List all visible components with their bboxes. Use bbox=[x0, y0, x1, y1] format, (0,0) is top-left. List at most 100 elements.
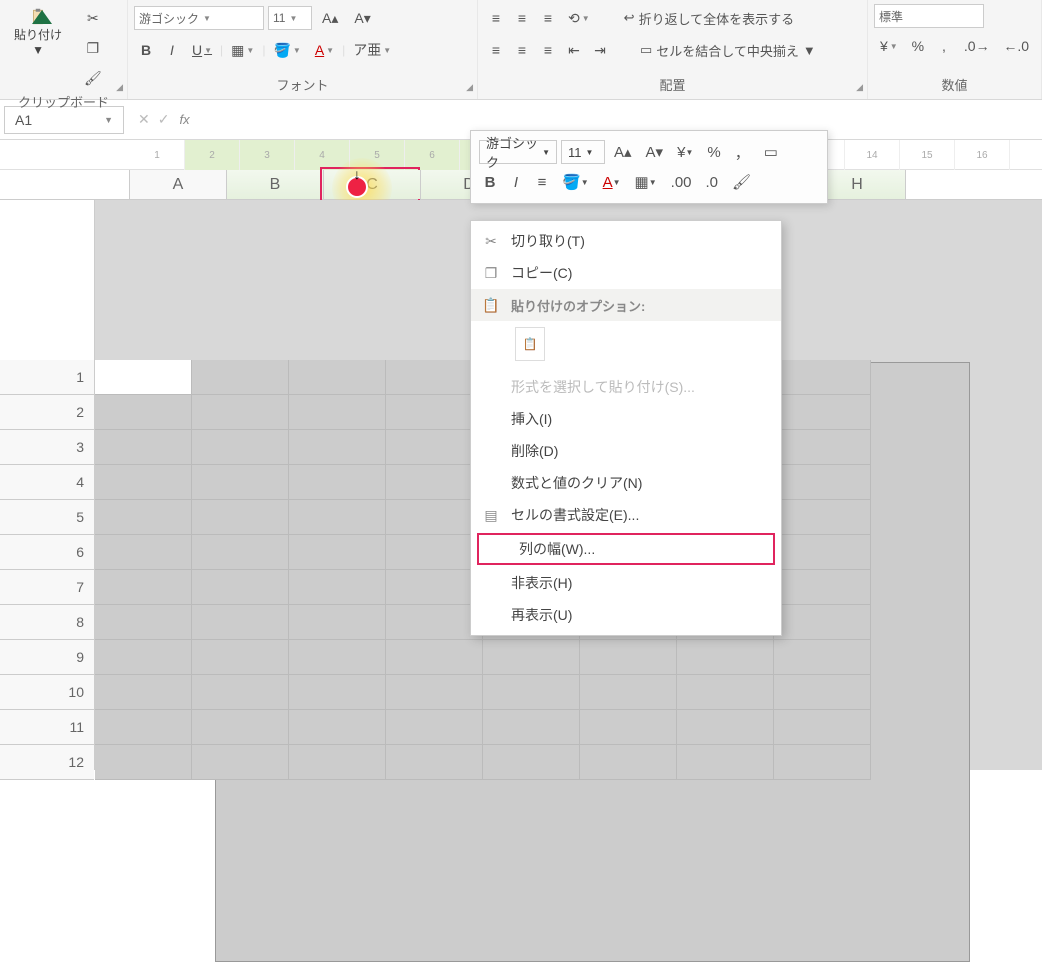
cell[interactable] bbox=[289, 675, 386, 710]
cell[interactable] bbox=[580, 640, 677, 675]
row-header-11[interactable]: 11 bbox=[0, 710, 94, 745]
accounting-format-button[interactable]: ¥▼ bbox=[874, 32, 904, 60]
font-name-combo[interactable]: 游ゴシック▼ bbox=[134, 6, 264, 30]
align-bottom-button[interactable]: ≡ bbox=[536, 4, 560, 32]
mini-italic[interactable]: I bbox=[505, 169, 527, 195]
cell[interactable] bbox=[192, 500, 289, 535]
cell[interactable] bbox=[774, 675, 871, 710]
underline-button[interactable]: U▼ bbox=[186, 36, 218, 64]
comma-button[interactable]: , bbox=[932, 32, 956, 60]
cell[interactable] bbox=[95, 360, 192, 395]
cell[interactable] bbox=[192, 710, 289, 745]
mini-merge[interactable]: ▭ bbox=[759, 139, 783, 165]
cell[interactable] bbox=[95, 640, 192, 675]
cell[interactable] bbox=[289, 570, 386, 605]
cell[interactable] bbox=[95, 535, 192, 570]
dialog-launcher-icon[interactable]: ◢ bbox=[116, 82, 123, 93]
dialog-launcher-icon[interactable]: ◢ bbox=[466, 82, 473, 93]
cell[interactable] bbox=[95, 395, 192, 430]
mini-decrease-font[interactable]: A▾ bbox=[641, 139, 669, 165]
align-middle-button[interactable]: ≡ bbox=[510, 4, 534, 32]
decrease-decimal-button[interactable]: ←.0 bbox=[997, 32, 1035, 60]
cell[interactable] bbox=[289, 500, 386, 535]
cell[interactable] bbox=[95, 605, 192, 640]
mini-size-combo[interactable]: 11▼ bbox=[561, 140, 605, 164]
row-header-12[interactable]: 12 bbox=[0, 745, 94, 780]
column-header-C[interactable]: C bbox=[324, 170, 421, 199]
cell[interactable] bbox=[774, 465, 871, 500]
cell[interactable] bbox=[95, 745, 192, 780]
cell[interactable] bbox=[774, 640, 871, 675]
cell[interactable] bbox=[192, 430, 289, 465]
cell[interactable] bbox=[774, 570, 871, 605]
align-center-button[interactable]: ≡ bbox=[510, 36, 534, 64]
cell[interactable] bbox=[95, 710, 192, 745]
mini-font-combo[interactable]: 游ゴシック▼ bbox=[479, 140, 557, 164]
mini-align[interactable]: ≡ bbox=[531, 169, 553, 195]
bold-button[interactable]: B bbox=[134, 36, 158, 64]
cell[interactable] bbox=[192, 745, 289, 780]
wrap-text-button[interactable]: ↩ 折り返して全体を表示する bbox=[618, 5, 801, 32]
cell[interactable] bbox=[192, 675, 289, 710]
ctx-unhide[interactable]: 再表示(U) bbox=[471, 599, 781, 631]
cell[interactable] bbox=[580, 745, 677, 780]
increase-decimal-button[interactable]: .0→ bbox=[958, 32, 996, 60]
cell[interactable] bbox=[192, 535, 289, 570]
cell[interactable] bbox=[774, 360, 871, 395]
increase-font-button[interactable]: A▴ bbox=[316, 4, 344, 32]
cell[interactable] bbox=[677, 675, 774, 710]
align-right-button[interactable]: ≡ bbox=[536, 36, 560, 64]
mini-fill-color[interactable]: 🪣▼ bbox=[557, 169, 594, 195]
cell[interactable] bbox=[95, 430, 192, 465]
number-format-combo[interactable]: 標準 bbox=[874, 4, 984, 28]
mini-border[interactable]: ▦▼ bbox=[630, 169, 662, 195]
cell[interactable] bbox=[289, 430, 386, 465]
merge-center-button[interactable]: ▭ セルを結合して中央揃え ▼ bbox=[634, 37, 822, 64]
ruler-margin-marker[interactable] bbox=[32, 10, 52, 24]
cell[interactable] bbox=[386, 640, 483, 675]
cell[interactable] bbox=[192, 360, 289, 395]
cell[interactable] bbox=[95, 465, 192, 500]
cell[interactable] bbox=[774, 605, 871, 640]
cell[interactable] bbox=[483, 640, 580, 675]
cell[interactable] bbox=[289, 745, 386, 780]
cancel-formula-icon[interactable]: ✕ bbox=[138, 111, 150, 128]
cell[interactable] bbox=[677, 745, 774, 780]
cell[interactable] bbox=[774, 710, 871, 745]
cell[interactable] bbox=[386, 745, 483, 780]
select-all-corner[interactable] bbox=[0, 170, 130, 199]
cell[interactable] bbox=[386, 710, 483, 745]
accept-formula-icon[interactable]: ✓ bbox=[158, 111, 170, 128]
cell[interactable] bbox=[289, 395, 386, 430]
cut-button[interactable]: ✂ bbox=[78, 4, 108, 32]
copy-button[interactable]: ❐ bbox=[78, 34, 108, 62]
percent-button[interactable]: % bbox=[906, 32, 930, 60]
decrease-indent-button[interactable]: ⇤ bbox=[562, 36, 586, 64]
cell[interactable] bbox=[483, 675, 580, 710]
cell[interactable] bbox=[95, 500, 192, 535]
ctx-format-cells[interactable]: ▤ セルの書式設定(E)... bbox=[471, 499, 781, 531]
italic-button[interactable]: I bbox=[160, 36, 184, 64]
cell[interactable] bbox=[774, 395, 871, 430]
mini-percent[interactable]: % bbox=[702, 139, 725, 165]
cell[interactable] bbox=[289, 535, 386, 570]
row-header-4[interactable]: 4 bbox=[0, 465, 94, 500]
orientation-button[interactable]: ⟲▼ bbox=[562, 4, 596, 32]
cell[interactable] bbox=[289, 640, 386, 675]
row-header-5[interactable]: 5 bbox=[0, 500, 94, 535]
cell[interactable] bbox=[677, 710, 774, 745]
cell[interactable] bbox=[386, 675, 483, 710]
cell[interactable] bbox=[289, 710, 386, 745]
cell[interactable] bbox=[580, 710, 677, 745]
cell[interactable] bbox=[386, 395, 483, 430]
row-header-2[interactable]: 2 bbox=[0, 395, 94, 430]
align-left-button[interactable]: ≡ bbox=[484, 36, 508, 64]
ctx-clear[interactable]: 数式と値のクリア(N) bbox=[471, 467, 781, 499]
cell[interactable] bbox=[386, 605, 483, 640]
format-painter-button[interactable]: 🖌 bbox=[78, 64, 108, 92]
cell[interactable] bbox=[95, 675, 192, 710]
cell[interactable] bbox=[192, 395, 289, 430]
cell[interactable] bbox=[483, 710, 580, 745]
border-button[interactable]: ▦▼ bbox=[225, 36, 260, 64]
ctx-insert[interactable]: 挿入(I) bbox=[471, 403, 781, 435]
